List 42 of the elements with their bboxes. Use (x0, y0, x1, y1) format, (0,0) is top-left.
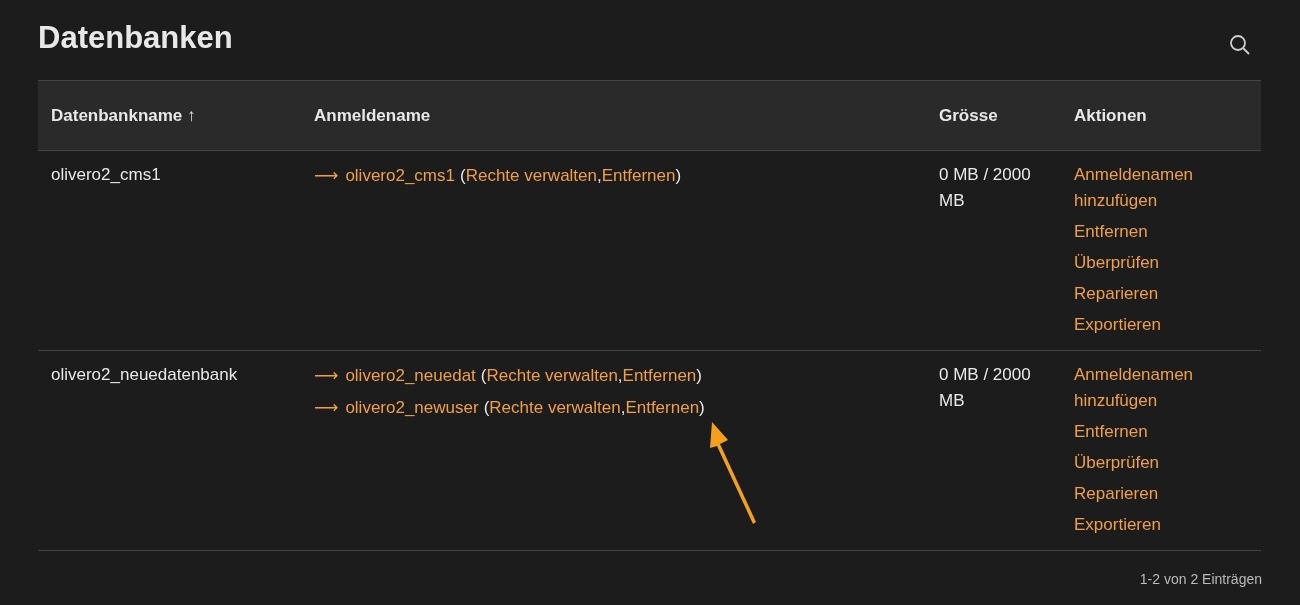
login-link[interactable]: olivero2_cms1 (345, 163, 455, 189)
database-name: olivero2_neuedatenbank (51, 365, 238, 384)
column-header[interactable]: Datenbankname ↑ (51, 105, 196, 125)
login-action-link[interactable]: Rechte verwalten (486, 363, 618, 389)
column-header: Anmeldename (314, 105, 431, 125)
punctuation: ( (460, 165, 466, 187)
action-link[interactable]: Anmeldenamen hinzufügen (1074, 362, 1248, 414)
size-text: 0 MB / 2000 MB (939, 364, 1032, 412)
login-link[interactable]: olivero2_neuedat (345, 363, 476, 389)
action-link[interactable]: Entfernen (1074, 419, 1248, 445)
arrow-glyph: ⟶ (314, 396, 339, 419)
punctuation: , (620, 397, 626, 419)
action-link[interactable]: Entfernen (1074, 219, 1248, 245)
arrow-glyph: ⟶ (314, 364, 339, 387)
column-header: Aktionen (1074, 105, 1147, 125)
page-title: Datenbanken (38, 19, 233, 57)
database-name: olivero2_cms1 (51, 165, 161, 184)
login-action-link[interactable]: Entfernen (625, 395, 700, 421)
action-link[interactable]: Überprüfen (1074, 250, 1248, 276)
punctuation: , (597, 165, 602, 187)
login-action-link[interactable]: Rechte verwalten (465, 163, 597, 189)
arrow-glyph: ⟶ (314, 164, 339, 187)
login-link[interactable]: olivero2_newuser (345, 395, 479, 421)
login-action-link[interactable]: Entfernen (622, 363, 697, 389)
action-link[interactable]: Reparieren (1074, 481, 1248, 507)
punctuation: , (617, 365, 623, 387)
action-link[interactable]: Überprüfen (1074, 450, 1248, 476)
punctuation: ( (483, 397, 490, 419)
size-text: 0 MB / 2000 MB (939, 164, 1032, 212)
search-icon[interactable] (1229, 34, 1251, 56)
action-link[interactable]: Exportieren (1074, 312, 1248, 338)
punctuation: ( (480, 365, 487, 387)
login-action-link[interactable]: Entfernen (601, 163, 676, 189)
action-link[interactable]: Anmeldenamen hinzufügen (1074, 162, 1248, 214)
punctuation: ) (675, 165, 682, 187)
pagination-info: 1-2 von 2 Einträgen (1139, 570, 1262, 589)
action-link[interactable]: Reparieren (1074, 281, 1248, 307)
column-header: Grösse (939, 105, 998, 125)
login-action-link[interactable]: Rechte verwalten (489, 395, 621, 421)
action-link[interactable]: Exportieren (1074, 512, 1248, 538)
punctuation: ) (696, 365, 702, 387)
punctuation: ) (699, 397, 705, 419)
